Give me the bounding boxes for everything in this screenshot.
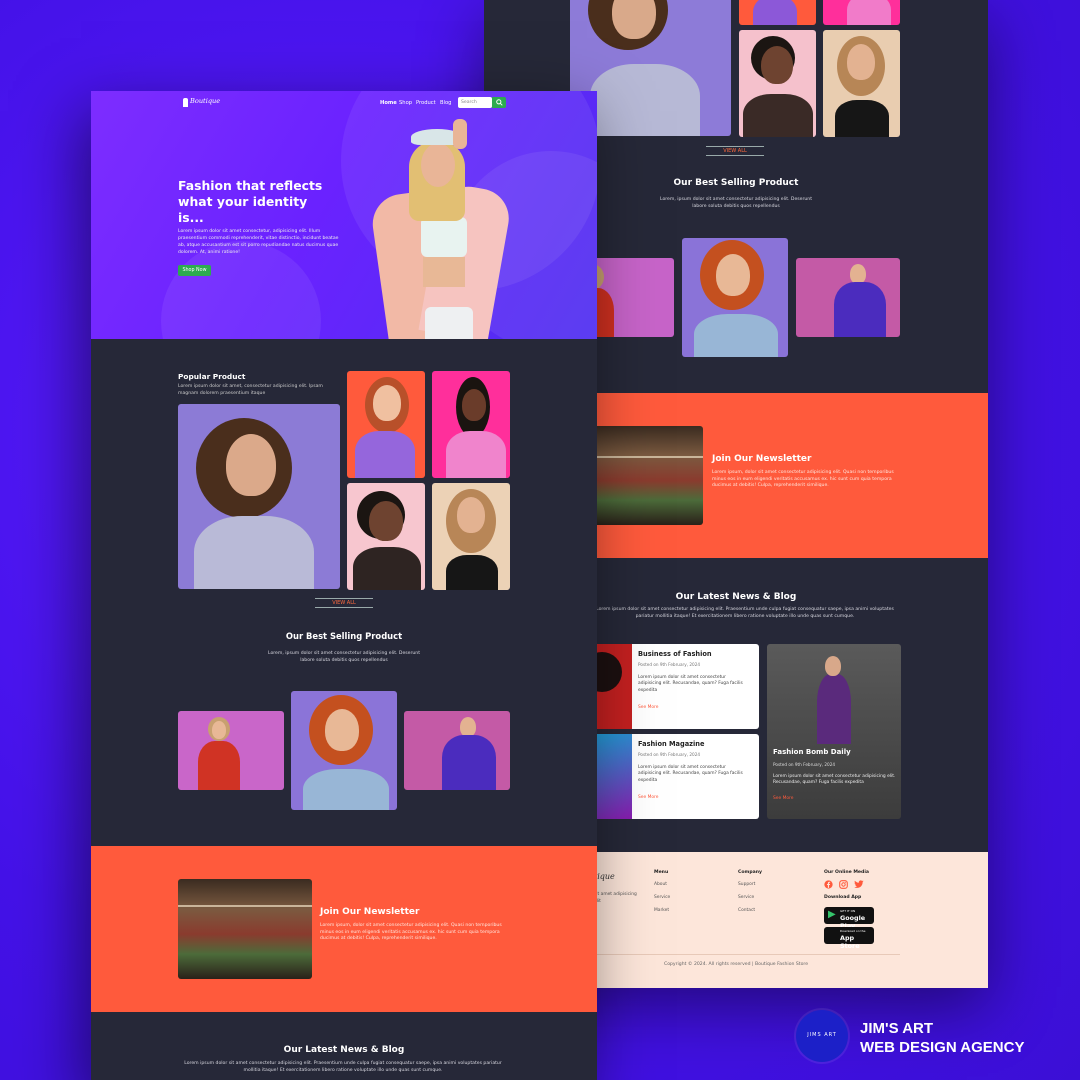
see-more-link[interactable]: See More: [638, 795, 658, 800]
view-all-link[interactable]: VIEW ALL: [315, 598, 373, 608]
footer-link[interactable]: Market: [654, 908, 669, 913]
blog-card-date: Posted on 9th February, 2024: [638, 752, 701, 757]
agency-badge: JIMS ART: [796, 1010, 848, 1062]
front-page-mockup: Boutique Home Shop Product Blog Search F…: [91, 91, 597, 1080]
best-selling-text: Lorem, ipsum dolor sit amet consectetur …: [659, 197, 813, 209]
popular-photo-large: [178, 404, 340, 589]
footer-link[interactable]: Support: [738, 882, 755, 887]
nav-shop[interactable]: Shop: [399, 100, 412, 106]
blog-card[interactable]: Fashion Magazine Posted on 9th February,…: [590, 734, 759, 819]
search-input[interactable]: Search: [458, 97, 492, 108]
popular-title: Popular Product: [178, 372, 246, 381]
footer-about: sit amet adipisicing elit: [594, 892, 637, 904]
blog-title: Our Latest News & Blog: [283, 1045, 405, 1055]
google-play-button[interactable]: ▶ GET IT ON Google Play: [824, 907, 874, 930]
popular-photo-3: [739, 30, 816, 137]
facebook-icon[interactable]: [824, 880, 833, 889]
nav-blog[interactable]: Blog: [440, 100, 451, 106]
popular-text: Lorem ipsum dolor sit amet, consectetur …: [178, 384, 323, 396]
footer-download-heading: Download App: [824, 895, 862, 900]
see-more-link[interactable]: See More: [773, 796, 793, 801]
blog-card-title: Fashion Magazine: [638, 740, 705, 748]
newsletter-photo: [588, 426, 703, 525]
footer-menu-heading: Menu: [654, 870, 669, 875]
hero-text: Lorem ipsum dolor sit amet consectetur, …: [178, 229, 339, 255]
hero-section: Boutique Home Shop Product Blog Search F…: [91, 91, 597, 339]
blog-feature-title: Fashion Bomb Daily: [773, 748, 851, 756]
see-more-link[interactable]: See More: [638, 705, 658, 710]
popular-photo-2: [823, 0, 900, 25]
footer-logo: tique: [594, 872, 615, 881]
best-photo-2: [682, 238, 788, 357]
blog-feature-card[interactable]: Fashion Bomb Daily Posted on 9th Februar…: [767, 644, 901, 819]
popular-photo-1: [347, 371, 425, 478]
blog-feature-date: Posted on 9th February, 2024: [773, 762, 836, 767]
popular-photo-2: [432, 371, 510, 478]
app-store-button[interactable]: Download on the App Store: [824, 927, 874, 950]
view-all-link[interactable]: VIEW ALL: [706, 146, 764, 156]
shop-now-button[interactable]: Shop Now: [178, 265, 211, 276]
footer-link[interactable]: About: [654, 882, 667, 887]
search-icon: [496, 99, 503, 106]
best-photo-3: [796, 258, 900, 337]
blog-card[interactable]: Business of Fashion Posted on 9th Februa…: [590, 644, 759, 729]
best-photo-1: [178, 711, 284, 790]
footer-link[interactable]: Contact: [738, 908, 755, 913]
best-selling-title: Our Best Selling Product: [285, 631, 403, 641]
blog-card-text: Lorem ipsum dolor sit amet consectetur a…: [638, 675, 743, 693]
popular-photo-4: [432, 483, 510, 590]
best-photo-2: [291, 691, 397, 810]
blog-text: Lorem ipsum dolor sit amet consectetur a…: [596, 607, 894, 619]
newsletter-text: Lorem ipsum, dolor sit amet consectetur …: [712, 470, 894, 489]
newsletter-photo: [178, 879, 312, 979]
twitter-icon[interactable]: [854, 880, 864, 889]
newsletter-title: Join Our Newsletter: [320, 907, 420, 917]
google-play-icon: ▶: [828, 909, 836, 920]
popular-photo-4: [823, 30, 900, 137]
newsletter-title: Join Our Newsletter: [712, 454, 812, 464]
blog-feature-text: Lorem ipsum dolor sit amet consectetur a…: [773, 774, 896, 786]
best-photo-3: [404, 711, 510, 790]
best-selling-text: Lorem, ipsum dolor sit amet consectetur …: [267, 651, 421, 663]
search-button[interactable]: [492, 97, 506, 108]
popular-photo-1: [739, 0, 816, 25]
footer-company-heading: Company: [738, 870, 762, 875]
footer-link[interactable]: Service: [738, 895, 754, 900]
footer-link[interactable]: Service: [654, 895, 670, 900]
blog-card-text: Lorem ipsum dolor sit amet consectetur a…: [638, 765, 743, 783]
nav-product[interactable]: Product: [416, 100, 436, 106]
hero-title: Fashion that reflects what your identity…: [178, 178, 323, 226]
instagram-icon[interactable]: [839, 880, 848, 889]
footer-media-heading: Our Online Media: [824, 870, 869, 875]
agency-tagline: WEB DESIGN AGENCY: [860, 1039, 1025, 1056]
blog-text: Lorem ipsum dolor sit amet consectetur a…: [184, 1061, 502, 1073]
blog-card-title: Business of Fashion: [638, 650, 712, 658]
agency-name: JIM'S ART: [860, 1020, 934, 1037]
nav-home[interactable]: Home: [380, 100, 397, 106]
blog-card-date: Posted on 9th February, 2024: [638, 662, 701, 667]
newsletter-text: Lorem ipsum, dolor sit amet consectetur …: [320, 923, 502, 942]
popular-photo-3: [347, 483, 425, 590]
hero-model-image: [349, 117, 514, 339]
